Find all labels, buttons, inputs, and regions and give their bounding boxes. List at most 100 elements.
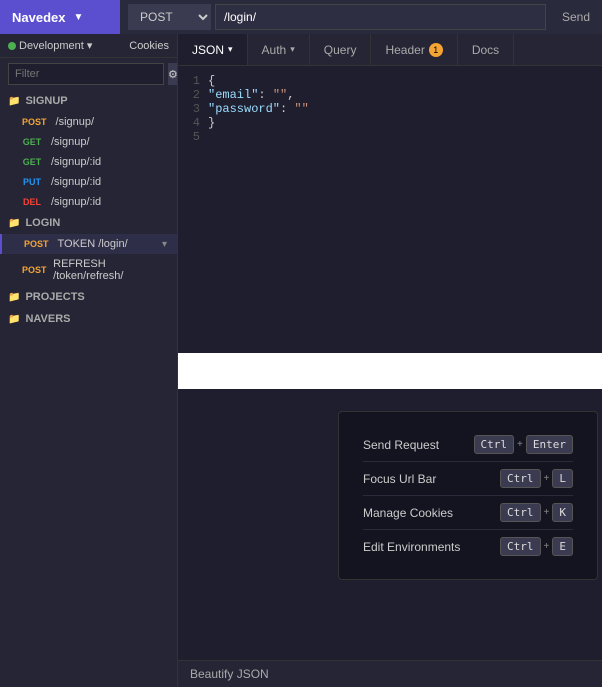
key-plus-url: + xyxy=(544,473,550,484)
section-navers-label: NAVERS xyxy=(25,313,70,325)
code-line-5: 5 xyxy=(186,130,594,144)
key-enter: Enter xyxy=(526,435,573,454)
key-plus-send: + xyxy=(517,439,523,450)
route-put-signup-id[interactable]: PUT /signup/:id xyxy=(0,172,177,192)
tab-docs-label: Docs xyxy=(472,43,499,57)
key-k: K xyxy=(552,503,573,522)
route-path: /signup/ xyxy=(51,136,90,148)
section-signup[interactable]: 📁 SIGNUP xyxy=(0,90,177,112)
method-badge: GET xyxy=(18,136,46,148)
route-path: /signup/:id xyxy=(51,196,101,208)
method-select[interactable]: POST GET PUT DELETE xyxy=(128,4,211,30)
shortcut-focus-url: Focus Url Bar Ctrl + L xyxy=(363,462,573,496)
folder-icon-projects: 📁 xyxy=(8,292,20,303)
env-label: Development xyxy=(19,40,84,52)
content-inner: 1 { 2 "email": "", 3 "password": "" 4 xyxy=(178,66,602,660)
env-button[interactable]: Development ▾ xyxy=(8,39,92,52)
folder-icon-login: 📁 xyxy=(8,218,20,229)
folder-icon: 📁 xyxy=(8,96,20,107)
code-line-1: 1 { xyxy=(186,74,594,88)
shortcut-send-request: Send Request Ctrl + Enter xyxy=(363,428,573,462)
tab-query[interactable]: Query xyxy=(310,34,372,65)
code-content-2: "email": "", xyxy=(208,88,294,102)
section-login-label: LOGIN xyxy=(25,217,60,229)
filter-input[interactable] xyxy=(8,63,164,85)
line-num-3: 3 xyxy=(186,102,200,116)
filter-settings-button[interactable]: ⚙ xyxy=(168,63,178,85)
method-badge: POST xyxy=(18,116,51,128)
send-button[interactable]: Send xyxy=(550,4,602,30)
route-get-signup[interactable]: GET /signup/ xyxy=(0,132,177,152)
key-ctrl-envs: Ctrl xyxy=(500,537,541,556)
code-editor[interactable]: 1 { 2 "email": "", 3 "password": "" 4 xyxy=(178,66,602,353)
method-badge: POST xyxy=(20,238,53,250)
bottom-panel: Beautify JSON xyxy=(178,660,602,687)
env-bar: Development ▾ Cookies xyxy=(0,34,177,58)
key-ctrl-send: Ctrl xyxy=(474,435,515,454)
tab-query-label: Query xyxy=(324,43,357,57)
shortcut-label-url: Focus Url Bar xyxy=(363,472,436,486)
content-area: JSON ▾ Auth ▾ Query Header 1 Docs 1 xyxy=(178,34,602,687)
code-content-3: "password": "" xyxy=(208,102,309,116)
tab-auth[interactable]: Auth ▾ xyxy=(248,34,310,65)
env-arrow: ▾ xyxy=(87,39,93,52)
code-content-1: { xyxy=(208,74,215,88)
key-ctrl-cookies: Ctrl xyxy=(500,503,541,522)
code-line-4: 4 } xyxy=(186,116,594,130)
shortcut-label-cookies: Manage Cookies xyxy=(363,506,453,520)
section-login[interactable]: 📁 LOGIN xyxy=(0,212,177,234)
tab-json-arrow: ▾ xyxy=(228,44,233,55)
tab-header[interactable]: Header 1 xyxy=(371,34,457,65)
filter-row: ⚙ xyxy=(0,58,177,90)
route-del-signup-id[interactable]: DEL /signup/:id xyxy=(0,192,177,212)
shortcuts-overlay: Send Request Ctrl + Enter Focus Url Bar … xyxy=(338,411,598,580)
route-path: TOKEN /login/ xyxy=(58,238,128,250)
key-plus-cookies: + xyxy=(544,507,550,518)
method-badge: POST xyxy=(18,264,48,276)
url-input[interactable] xyxy=(215,4,546,30)
line-num-2: 2 xyxy=(186,88,200,102)
route-post-token-login[interactable]: POST TOKEN /login/ ▾ xyxy=(0,234,177,254)
section-navers[interactable]: 📁 NAVERS xyxy=(0,308,177,330)
section-projects[interactable]: 📁 PROJECTS xyxy=(0,286,177,308)
shortcut-keys-envs: Ctrl + E xyxy=(500,537,573,556)
title-dropdown-arrow[interactable]: ▼ xyxy=(73,12,83,23)
route-path: /signup/:id xyxy=(51,176,101,188)
main-layout: Development ▾ Cookies ⚙ 📁 SIGNUP POST /s… xyxy=(0,34,602,687)
tab-bar: JSON ▾ Auth ▾ Query Header 1 Docs xyxy=(178,34,602,66)
section-signup-label: SIGNUP xyxy=(25,95,67,107)
line-num-4: 4 xyxy=(186,116,200,130)
shortcut-label-send: Send Request xyxy=(363,438,439,452)
shortcut-manage-cookies: Manage Cookies Ctrl + K xyxy=(363,496,573,530)
section-projects-label: PROJECTS xyxy=(25,291,84,303)
sidebar: Development ▾ Cookies ⚙ 📁 SIGNUP POST /s… xyxy=(0,34,178,687)
code-content-4: } xyxy=(208,116,215,130)
route-path: /signup/ xyxy=(56,116,95,128)
route-path: /signup/:id xyxy=(51,156,101,168)
tab-auth-label: Auth xyxy=(262,43,287,57)
shortcut-keys-url: Ctrl + L xyxy=(500,469,573,488)
tab-json[interactable]: JSON ▾ xyxy=(178,34,248,65)
key-e: E xyxy=(552,537,573,556)
shortcuts-container: Send Request Ctrl + Enter Focus Url Bar … xyxy=(178,389,602,660)
line-num-1: 1 xyxy=(186,74,200,88)
folder-icon-navers: 📁 xyxy=(8,314,20,325)
code-line-3: 3 "password": "" xyxy=(186,102,594,116)
app-title-text: Navedex xyxy=(12,10,65,25)
app-title: Navedex ▼ xyxy=(0,0,120,34)
route-post-refresh[interactable]: POST REFRESH /token/refresh/ xyxy=(0,254,177,286)
tab-json-label: JSON xyxy=(192,43,224,57)
method-badge: DEL xyxy=(18,196,46,208)
code-line-2: 2 "email": "", xyxy=(186,88,594,102)
route-post-signup[interactable]: POST /signup/ xyxy=(0,112,177,132)
beautify-button[interactable]: Beautify JSON xyxy=(190,667,269,681)
tab-docs[interactable]: Docs xyxy=(458,34,514,65)
line-num-5: 5 xyxy=(186,130,200,144)
route-get-signup-id[interactable]: GET /signup/:id xyxy=(0,152,177,172)
route-dropdown-arrow: ▾ xyxy=(162,239,167,250)
shortcut-label-envs: Edit Environments xyxy=(363,540,460,554)
tab-header-label: Header xyxy=(385,43,424,57)
key-l: L xyxy=(552,469,573,488)
white-area xyxy=(178,353,602,389)
cookies-button[interactable]: Cookies xyxy=(129,40,169,52)
